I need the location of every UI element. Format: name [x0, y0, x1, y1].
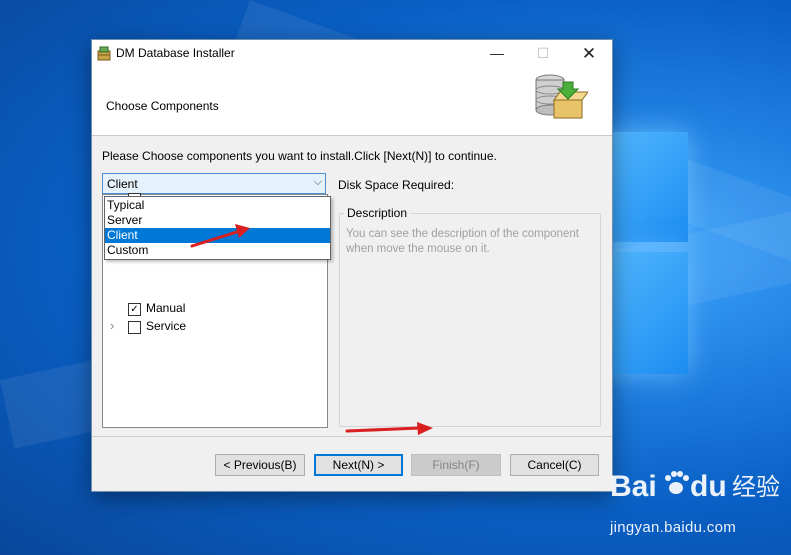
page-title: Choose Components [106, 99, 219, 113]
description-text: You can see the description of the compo… [346, 228, 579, 255]
close-button[interactable]: ✕ [566, 40, 612, 68]
manual-checkbox[interactable]: ✓ [128, 303, 141, 316]
footer-divider [92, 436, 612, 437]
install-type-select[interactable]: Client ⌵ [102, 173, 326, 194]
chevron-down-icon[interactable]: ⌵ [314, 176, 322, 189]
installer-app-icon [97, 46, 111, 61]
window-title: DM Database Installer [116, 46, 235, 60]
description-title: Description [344, 206, 411, 220]
option-custom[interactable]: Custom [105, 243, 330, 258]
finish-button: Finish(F) [411, 454, 501, 476]
previous-button[interactable]: < Previous(B) [215, 454, 305, 476]
next-button[interactable]: Next(N) > [314, 454, 403, 476]
minimize-button[interactable]: — [474, 40, 520, 68]
database-install-icon [535, 74, 588, 119]
instruction-text: Please Choose components you want to ins… [102, 149, 497, 163]
option-typical[interactable]: Typical [105, 198, 330, 213]
svg-text:经验: 经验 [732, 473, 780, 501]
disk-space-label: Disk Space Required: [338, 178, 455, 192]
service-checkbox[interactable] [128, 321, 141, 334]
svg-text:du: du [690, 470, 727, 502]
baidu-jingyan-logo: Bai du 经验 [610, 470, 780, 502]
watermark-url: jingyan.baidu.com [610, 519, 737, 536]
install-type-dropdown[interactable]: Typical Server Client Custom [104, 196, 331, 260]
windows-logo [600, 120, 695, 375]
install-type-value: Client [107, 177, 138, 191]
svg-text:Bai: Bai [610, 470, 657, 502]
installer-dialog: DM Database Installer — ☐ ✕ Choose Compo… [91, 39, 613, 492]
title-bar[interactable]: DM Database Installer — ☐ ✕ [92, 40, 612, 68]
option-server[interactable]: Server [105, 213, 330, 228]
cancel-button[interactable]: Cancel(C) [510, 454, 599, 476]
tree-item-label: Service [146, 319, 187, 333]
option-client[interactable]: Client [105, 228, 330, 243]
maximize-button[interactable]: ☐ [520, 40, 566, 68]
tree-item-label: Manual [146, 301, 186, 315]
chevron-right-icon[interactable]: › [110, 318, 114, 333]
wizard-header: Choose Components [92, 68, 612, 136]
